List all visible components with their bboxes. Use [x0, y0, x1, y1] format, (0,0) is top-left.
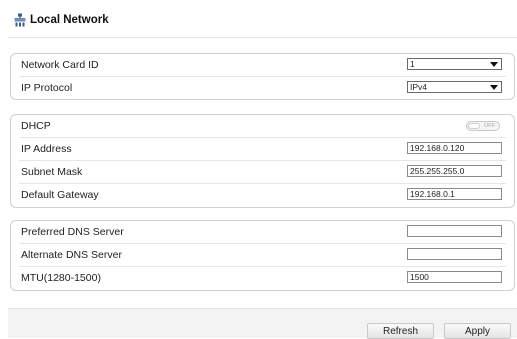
- subnet-mask-row: Subnet Mask 255.255.255.0: [19, 161, 506, 184]
- ip-settings-group: DHCP OFF IP Address 192.168.0.120 Subnet…: [10, 114, 515, 208]
- network-settings-icon: [14, 13, 26, 27]
- default-gateway-row: Default Gateway 192.168.0.1: [19, 184, 506, 206]
- chevron-down-icon: [490, 62, 498, 67]
- toggle-knob: [468, 123, 480, 129]
- network-card-id-select[interactable]: 1: [407, 58, 502, 70]
- mtu-value: 1500: [410, 272, 429, 282]
- dns-group: Preferred DNS Server Alternate DNS Serve…: [10, 220, 515, 291]
- header-divider: [8, 37, 517, 38]
- network-card-group: Network Card ID 1 IP Protocol IPv4: [10, 53, 515, 100]
- dhcp-row: DHCP OFF: [19, 115, 506, 138]
- preferred-dns-row: Preferred DNS Server: [19, 221, 506, 244]
- mtu-input[interactable]: 1500: [407, 271, 502, 283]
- dhcp-label: DHCP: [21, 120, 51, 132]
- network-card-id-value: 1: [410, 59, 415, 69]
- apply-button[interactable]: Apply: [444, 323, 511, 339]
- ip-address-value: 192.168.0.120: [410, 143, 465, 153]
- mtu-row: MTU(1280-1500) 1500: [19, 267, 506, 289]
- page-header: Local Network: [14, 10, 109, 30]
- default-gateway-value: 192.168.0.1: [410, 189, 455, 199]
- preferred-dns-input[interactable]: [407, 225, 502, 237]
- network-card-id-row: Network Card ID 1: [19, 54, 506, 77]
- subnet-mask-value: 255.255.255.0: [410, 166, 465, 176]
- ip-address-input[interactable]: 192.168.0.120: [407, 142, 502, 154]
- default-gateway-input[interactable]: 192.168.0.1: [407, 188, 502, 200]
- alternate-dns-row: Alternate DNS Server: [19, 244, 506, 267]
- dhcp-toggle[interactable]: OFF: [466, 121, 500, 131]
- button-bar: Refresh Apply: [8, 308, 517, 339]
- subnet-mask-input[interactable]: 255.255.255.0: [407, 165, 502, 177]
- ip-protocol-row: IP Protocol IPv4: [19, 77, 506, 99]
- ip-address-row: IP Address 192.168.0.120: [19, 138, 506, 161]
- dhcp-toggle-state: OFF: [484, 123, 495, 129]
- ip-protocol-value: IPv4: [410, 82, 428, 92]
- refresh-button[interactable]: Refresh: [367, 323, 434, 339]
- page-title: Local Network: [30, 14, 109, 26]
- ip-protocol-select[interactable]: IPv4: [407, 81, 502, 93]
- alternate-dns-input[interactable]: [407, 248, 502, 260]
- chevron-down-icon: [490, 85, 498, 90]
